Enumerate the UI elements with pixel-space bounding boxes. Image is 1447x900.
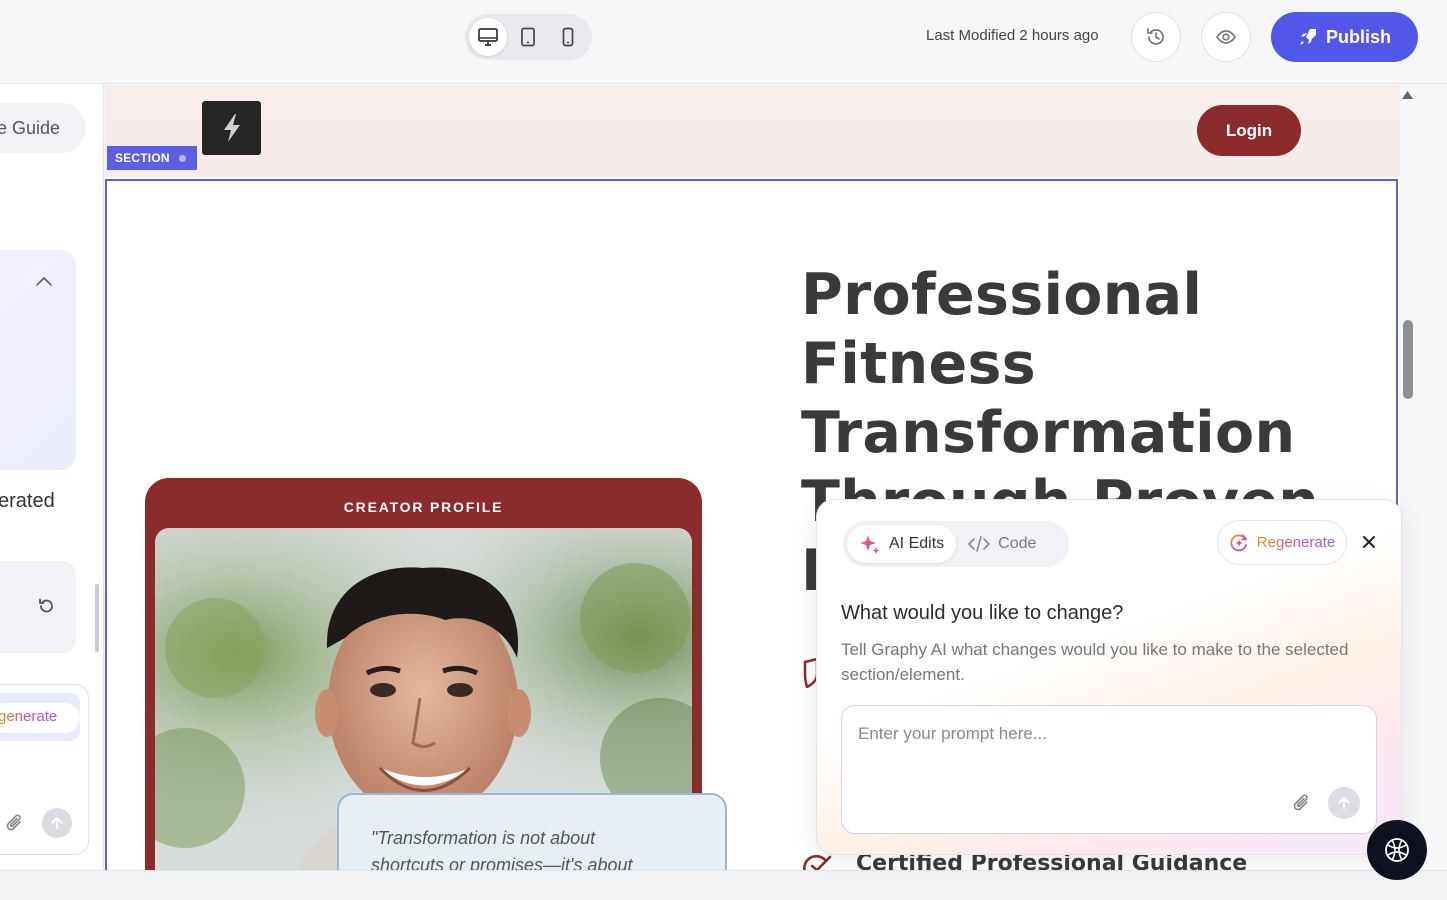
tab-code-label: Code — [998, 535, 1037, 552]
left-regenerate-label: generate — [0, 708, 58, 725]
close-icon — [1363, 536, 1375, 548]
creator-profile-label: CREATOR PROFILE — [343, 499, 504, 515]
help-button[interactable] — [1367, 820, 1427, 880]
tab-code[interactable]: Code — [956, 525, 1048, 563]
bottom-bar — [0, 870, 1447, 900]
section-tag[interactable]: SECTION — [107, 146, 197, 170]
rocket-icon — [1299, 29, 1316, 45]
lightning-icon — [223, 114, 240, 142]
left-panel-scrollbar[interactable] — [95, 584, 99, 652]
login-button[interactable]: Login — [1197, 105, 1301, 156]
chevron-up-icon — [36, 276, 52, 286]
hero-title-line: Fitness — [801, 331, 1036, 397]
regenerate-button[interactable]: Regenerate — [1217, 520, 1347, 565]
ai-panel-description: Tell Graphy AI what changes would you li… — [841, 640, 1349, 684]
publish-label: Publish — [1325, 26, 1391, 47]
regenerate-label: Regenerate — [1256, 534, 1336, 551]
paperclip-icon — [6, 814, 21, 831]
left-send-button[interactable] — [42, 808, 72, 838]
mobile-view-button[interactable] — [549, 18, 587, 56]
sparkle-icon — [860, 535, 880, 554]
mobile-icon — [562, 27, 574, 47]
canvas-scrollbar-thumb[interactable] — [1403, 320, 1413, 399]
collapse-button[interactable] — [34, 274, 54, 291]
preview-button[interactable] — [1201, 12, 1251, 62]
last-modified-text: Last Modified 2 hours ago — [926, 27, 1099, 44]
tab-ai-edits-label: AI Edits — [889, 535, 945, 552]
ai-panel-tabs: AI Edits Code — [843, 521, 1069, 567]
ai-panel-heading: What would you like to change? — [841, 602, 1124, 624]
quote-line: "Transformation is not about — [371, 828, 596, 848]
desktop-icon — [478, 28, 498, 46]
guide-button[interactable]: e Guide — [0, 103, 86, 153]
send-prompt-button[interactable] — [1328, 787, 1360, 819]
undo-button[interactable] — [36, 596, 56, 619]
code-icon — [968, 536, 990, 552]
publish-button[interactable]: Publish — [1271, 12, 1418, 62]
top-bar: Last Modified 2 hours ago Publish — [0, 0, 1447, 84]
paperclip-icon — [1293, 794, 1308, 811]
device-switcher — [465, 14, 592, 60]
site-logo[interactable] — [202, 101, 261, 155]
tablet-view-button[interactable] — [509, 18, 547, 56]
quote-line: shortcuts or promises—it's about — [371, 855, 633, 870]
left-panel: e Guide erated generate — [0, 84, 104, 870]
regenerate-sparkle-icon — [1230, 533, 1248, 551]
check-badge-icon — [803, 854, 832, 870]
arrow-up-icon — [51, 816, 63, 830]
tab-ai-edits[interactable]: AI Edits — [847, 525, 957, 563]
scroll-up-arrow-icon[interactable] — [1401, 89, 1414, 101]
hero-title-line: Professional — [801, 262, 1203, 328]
arrow-up-icon — [1338, 796, 1350, 810]
section-tag-dot — [178, 154, 186, 162]
desktop-view-button[interactable] — [469, 18, 507, 56]
attach-button[interactable] — [1292, 792, 1312, 817]
generated-status-text: erated — [0, 490, 55, 512]
left-attach-button[interactable] — [5, 812, 25, 837]
section-tag-label: SECTION — [115, 151, 170, 165]
testimonial-quote[interactable]: "Transformation is not about shortcuts o… — [337, 793, 727, 870]
globe-network-icon — [1385, 838, 1409, 862]
canvas-scrollbar[interactable] — [1400, 85, 1417, 870]
tablet-icon — [521, 27, 535, 47]
ai-edit-panel: AI Edits Code Regenerate What would you … — [816, 499, 1402, 855]
history-icon — [1147, 28, 1164, 45]
eye-icon — [1216, 30, 1236, 44]
prompt-box — [841, 705, 1377, 834]
guide-label: e Guide — [0, 117, 60, 138]
hero-title-line: Transformation — [801, 400, 1296, 466]
site-header[interactable]: Login — [105, 85, 1400, 177]
close-panel-button[interactable] — [1357, 530, 1381, 554]
undo-icon — [39, 598, 53, 613]
prompt-input[interactable] — [858, 724, 1358, 744]
history-button[interactable] — [1131, 12, 1181, 62]
